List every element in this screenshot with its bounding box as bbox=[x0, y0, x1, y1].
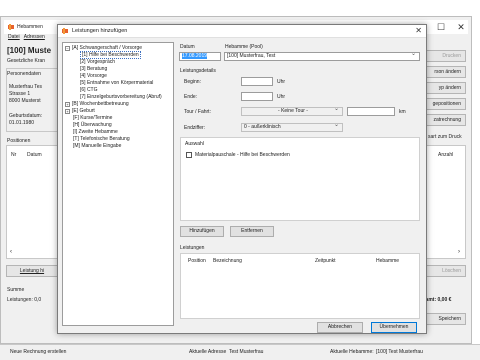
address-line: Musterfrau Tes bbox=[9, 84, 42, 90]
material-checkbox-label[interactable]: Materialpauschale - Hilfe bei Beschwerde… bbox=[195, 152, 290, 158]
hebamme-select[interactable]: [100] Musterfrau, Test bbox=[224, 52, 420, 61]
tree-node-a4[interactable]: [4] Vorsorge bbox=[80, 73, 107, 79]
leistung-hinzufuegen-button[interactable]: Leistung hi bbox=[6, 265, 58, 277]
uebernehmen-button[interactable]: Übernehmen bbox=[371, 322, 417, 333]
positionen-label: Positionen bbox=[7, 138, 31, 144]
leistungen-tree[interactable]: − [A] Schwangerschaft / Vorsorge [1] Hilf… bbox=[62, 42, 174, 326]
entfernen-button[interactable]: Entfernen bbox=[230, 226, 274, 237]
menu-datei[interactable]: Datei bbox=[8, 34, 20, 40]
close-icon[interactable]: ✕ bbox=[415, 26, 422, 35]
close-icon[interactable]: ✕ bbox=[454, 20, 468, 34]
header-name: [100] Muste bbox=[7, 46, 52, 55]
status-hebamme-label: Aktuelle Hebamme: bbox=[330, 349, 374, 355]
endziffer-select[interactable]: 0 - außerklinisch bbox=[241, 123, 343, 132]
menu-adressen[interactable]: Adressen bbox=[24, 34, 45, 40]
geburtsdatum-value: 01.01.1980 bbox=[9, 120, 35, 126]
status-bar: Neue Rechnung erstellen Aktuelle Adresse… bbox=[0, 344, 480, 360]
auswahl-panel bbox=[180, 137, 420, 221]
ende-label: Ende: bbox=[184, 94, 198, 100]
tree-node-b[interactable]: + [B] Wochenbettbetreuung bbox=[65, 101, 129, 107]
tour-label: Tour / Fahrt: bbox=[184, 109, 211, 115]
col-hebamme: Hebamme bbox=[376, 258, 400, 264]
tree-node-a7[interactable]: [7] Einzelgeburtsvorbereitung (Abruf) bbox=[80, 94, 162, 100]
tree-node-a3[interactable]: [3] Beratung bbox=[80, 66, 107, 72]
ende-field[interactable] bbox=[241, 92, 273, 101]
status-adresse-value: Test Musterfrau bbox=[229, 349, 264, 355]
status-hebamme-value: [100] Test Musterfrau bbox=[376, 349, 423, 355]
hebamme-label: Hebamme (Pool) bbox=[225, 44, 263, 50]
dialog-app-icon bbox=[62, 28, 68, 34]
leistungen-dialog: Leistungen hinzufügen ✕ − [A] Schwangersc… bbox=[57, 24, 427, 334]
address-line: 8000 Musterst bbox=[9, 98, 41, 104]
endziffer-label: Endziffer: bbox=[184, 125, 206, 131]
col-zeitpunkt: Zeitpunkt bbox=[315, 258, 336, 264]
summe-label: Summe bbox=[7, 287, 25, 293]
leistungen-sum: Leistungen: 0,0 bbox=[7, 297, 42, 303]
hinzufuegen-button[interactable]: Hinzufügen bbox=[180, 226, 224, 237]
dialog-title: Leistungen hinzufügen bbox=[72, 28, 128, 34]
main-window-title: Hebammen bbox=[17, 24, 43, 30]
col-bezeichnung: Bezeichnung bbox=[213, 258, 242, 264]
beginn-field[interactable] bbox=[241, 77, 273, 86]
leistungsdetails-label: Leistungsdetails bbox=[180, 68, 216, 74]
auswahl-label: Auswahl bbox=[185, 141, 204, 147]
expand-icon[interactable]: + bbox=[65, 109, 70, 114]
col-position: Position bbox=[188, 258, 206, 264]
expand-icon[interactable]: + bbox=[65, 102, 70, 107]
scroll-right-icon[interactable]: › bbox=[458, 249, 460, 255]
tree-node-h[interactable]: [H] Überwachung bbox=[73, 122, 112, 128]
menu-bar: Datei Adressen bbox=[8, 34, 49, 42]
leistungen-label: Leistungen bbox=[180, 245, 205, 251]
tree-node-i[interactable]: [I] Zweite Hebamme bbox=[73, 129, 118, 135]
km-field[interactable] bbox=[347, 107, 395, 116]
tour-select[interactable]: - Keine Tour - bbox=[241, 107, 343, 116]
beginn-uhr-label: Uhr bbox=[277, 79, 286, 85]
header-sub: Gesetzliche Kran bbox=[7, 58, 46, 64]
personendaten-label: Personendaten bbox=[7, 71, 41, 77]
material-checkbox[interactable] bbox=[186, 152, 192, 158]
status-left: Neue Rechnung erstellen bbox=[10, 349, 67, 355]
tree-node-f[interactable]: [F] Kurse/Termine bbox=[73, 115, 112, 121]
tree-node-a5[interactable]: [5] Entnahme von Körpermaterial bbox=[80, 80, 153, 86]
datum-field[interactable]: 17.08.2019 bbox=[179, 52, 221, 61]
tree-node-e[interactable]: + [E] Geburt bbox=[65, 108, 95, 114]
dialog-title-bar: Leistungen hinzufügen ✕ bbox=[58, 25, 426, 38]
datum-label: Datum bbox=[180, 44, 195, 50]
tree-node-t[interactable]: [T] Telefonische Beratung bbox=[73, 136, 130, 142]
col-datum: Datum bbox=[27, 152, 42, 158]
ende-uhr-label: Uhr bbox=[277, 94, 286, 100]
address-line: Strasse 1 bbox=[9, 91, 31, 97]
tree-node-m[interactable]: [M] Manuelle Eingabe bbox=[73, 143, 121, 149]
tree-node-a1[interactable]: [1] Hilfe bei Beschwerden bbox=[80, 51, 141, 59]
km-label: km bbox=[399, 109, 406, 115]
abbrechen-button[interactable]: Abbrechen bbox=[317, 322, 363, 333]
scroll-left-icon[interactable]: ‹ bbox=[10, 249, 12, 255]
maximize-icon[interactable]: ☐ bbox=[434, 20, 448, 34]
beginn-label: Beginn: bbox=[184, 79, 201, 85]
col-nr: Nr bbox=[11, 152, 17, 158]
collapse-icon[interactable]: − bbox=[65, 46, 70, 51]
tree-node-a2[interactable]: [2] Vorgespräch bbox=[80, 59, 115, 65]
druck-note: sart zum Druck bbox=[428, 134, 462, 140]
tree-node-a6[interactable]: [6] CTG bbox=[80, 87, 98, 93]
geburtsdatum-label: Geburtsdatum: bbox=[9, 113, 43, 119]
col-anzahl: Anzahl bbox=[438, 152, 454, 158]
app-icon bbox=[8, 24, 14, 30]
status-adresse-label: Aktuelle Adresse bbox=[189, 349, 227, 355]
